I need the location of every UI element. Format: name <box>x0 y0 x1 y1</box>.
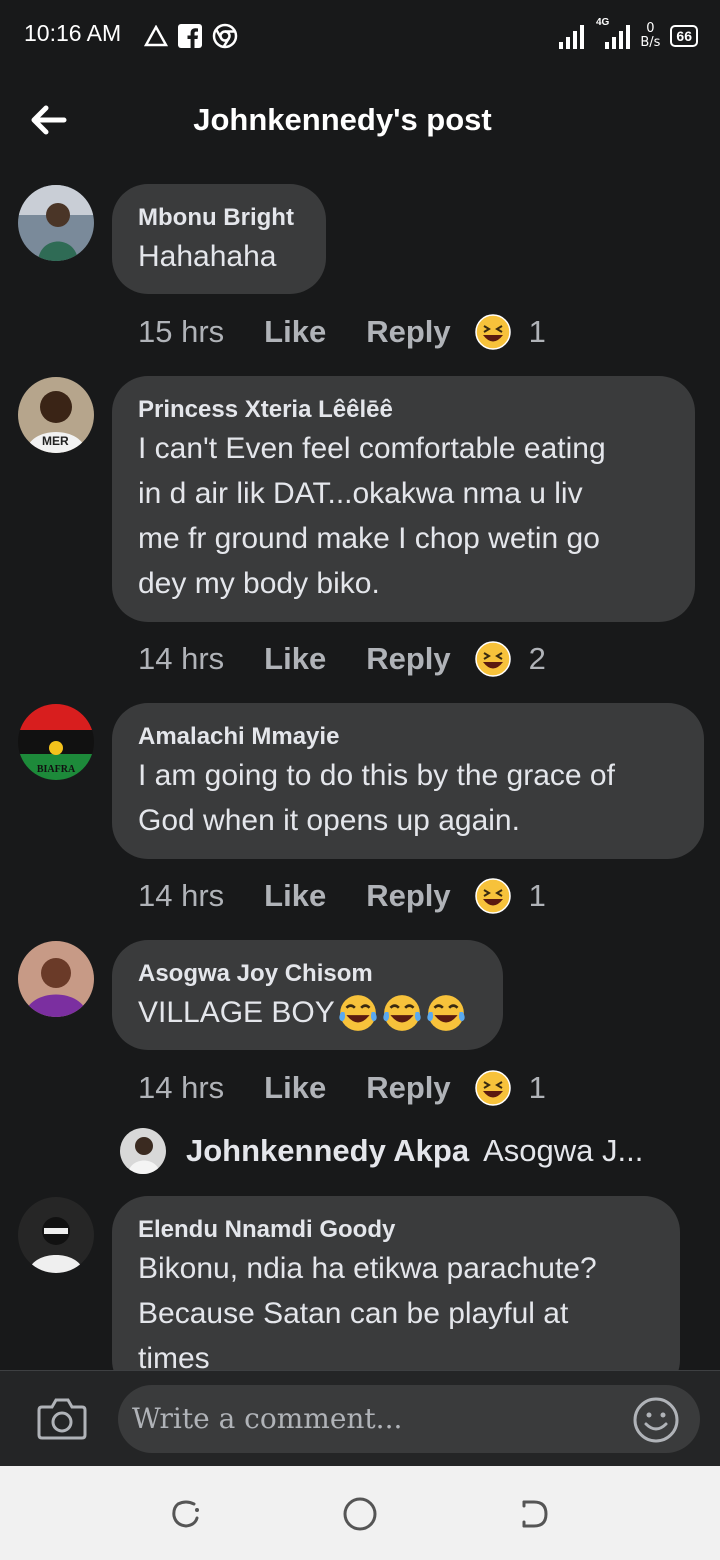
commenter-name[interactable]: Princess Xteria Lêêlēê <box>138 394 669 426</box>
tears-of-joy-icon <box>383 994 421 1031</box>
avatar[interactable] <box>18 1197 94 1273</box>
svg-text:MER: MER <box>42 434 69 448</box>
comment-text-line: in d air lik DAT...okakwa nma u liv <box>138 477 583 510</box>
alert-triangle-icon <box>144 25 168 47</box>
network-type: 4G <box>596 16 610 28</box>
laugh-react-icon[interactable] <box>474 641 511 677</box>
comment-bubble[interactable]: Elendu Nnamdi Goody Bikonu, ndia ha etik… <box>112 1196 680 1396</box>
comment-text-line: dey my body biko. <box>138 567 380 600</box>
like-button[interactable]: Like <box>264 641 326 677</box>
battery-indicator: 66 <box>670 25 698 47</box>
camera-icon <box>37 1398 87 1440</box>
comment-text: Hahahaha <box>138 240 277 273</box>
back-nav-icon[interactable] <box>514 1494 554 1534</box>
comment-text-line: God when it opens up again. <box>138 804 520 837</box>
chrome-icon <box>212 23 238 49</box>
reaction-count[interactable]: 1 <box>529 878 546 914</box>
comment-time[interactable]: 14 hrs <box>138 641 224 677</box>
network-speed: 0 B/s <box>640 21 661 50</box>
comment-input[interactable]: Write a comment... <box>118 1385 700 1453</box>
avatar[interactable]: MER <box>18 377 94 453</box>
comment-input-placeholder[interactable]: Write a comment... <box>132 1402 402 1435</box>
commenter-name[interactable]: Mbonu Bright <box>138 202 300 234</box>
comment-text-line: me fr ground make I chop wetin go <box>138 522 600 555</box>
comment-actions: 14 hrs Like Reply 1 <box>138 876 546 916</box>
comment-bubble[interactable]: Asogwa Joy Chisom VILLAGE BOY <box>112 940 503 1050</box>
recent-apps-icon[interactable] <box>166 1494 206 1534</box>
commenter-name[interactable]: Amalachi Mmayie <box>138 721 678 753</box>
tears-of-joy-icon <box>339 994 377 1031</box>
signal-icon <box>559 23 584 49</box>
emoji-button[interactable] <box>632 1396 680 1444</box>
reply-snippet: Asogwa J... <box>483 1133 644 1168</box>
reaction-count[interactable]: 2 <box>529 641 546 677</box>
comment-actions: 14 hrs Like Reply 2 <box>138 639 546 679</box>
smile-icon <box>633 1397 679 1443</box>
avatar[interactable]: BIAFRA <box>18 704 94 780</box>
comment-time[interactable]: 14 hrs <box>138 878 224 914</box>
comment-time[interactable]: 15 hrs <box>138 314 224 350</box>
comment-bubble[interactable]: Princess Xteria Lêêlēê I can't Even feel… <box>112 376 695 622</box>
laugh-react-icon[interactable] <box>474 314 511 350</box>
status-bar: 10:16 AM 4G 0 B/s 66 <box>0 0 720 70</box>
avatar[interactable] <box>18 185 94 261</box>
like-button[interactable]: Like <box>264 314 326 350</box>
facebook-icon <box>178 24 202 48</box>
laugh-react-icon[interactable] <box>474 878 511 914</box>
commenter-name[interactable]: Elendu Nnamdi Goody <box>138 1214 654 1246</box>
comment-actions: 15 hrs Like Reply 1 <box>138 312 546 352</box>
comment-text-line: I can't Even feel comfortable eating <box>138 432 606 465</box>
system-nav-bar <box>0 1466 720 1560</box>
tears-of-joy-icon <box>427 994 465 1031</box>
laugh-react-icon[interactable] <box>474 1070 511 1106</box>
reaction-count[interactable]: 1 <box>529 314 546 350</box>
reply-button[interactable]: Reply <box>366 1070 450 1106</box>
reply-button[interactable]: Reply <box>366 314 450 350</box>
avatar[interactable] <box>18 941 94 1017</box>
reply-preview[interactable]: Johnkennedy Akpa Asogwa J... <box>120 1125 643 1177</box>
comment-time[interactable]: 14 hrs <box>138 1070 224 1106</box>
status-time: 10:16 AM <box>24 20 122 46</box>
avatar[interactable] <box>120 1128 166 1174</box>
comment-text: VILLAGE BOY <box>138 996 335 1029</box>
home-icon[interactable] <box>340 1494 380 1534</box>
reply-button[interactable]: Reply <box>366 878 450 914</box>
header: Johnkennedy's post <box>0 80 720 166</box>
reply-button[interactable]: Reply <box>366 641 450 677</box>
comment-actions: 14 hrs Like Reply 1 <box>138 1068 546 1108</box>
page-title: Johnkennedy's post <box>193 102 492 137</box>
comment-text-line: I am going to do this by the grace of <box>138 759 615 792</box>
comment-bubble[interactable]: Mbonu Bright Hahahaha <box>112 184 326 294</box>
comment-text-line: Bikonu, ndia ha etikwa parachute? <box>138 1252 597 1285</box>
reaction-count[interactable]: 1 <box>529 1070 546 1106</box>
commenter-name[interactable]: Asogwa Joy Chisom <box>138 958 477 990</box>
comment-bubble[interactable]: Amalachi Mmayie I am going to do this by… <box>112 703 704 859</box>
like-button[interactable]: Like <box>264 878 326 914</box>
camera-button[interactable] <box>36 1395 88 1441</box>
comment-composer: Write a comment... <box>0 1370 720 1467</box>
avatar-flag-text: BIAFRA <box>37 764 76 775</box>
comment-text-line: Because Satan can be playful at <box>138 1297 569 1330</box>
like-button[interactable]: Like <box>264 1070 326 1106</box>
reply-author-name[interactable]: Johnkennedy Akpa <box>186 1133 469 1169</box>
